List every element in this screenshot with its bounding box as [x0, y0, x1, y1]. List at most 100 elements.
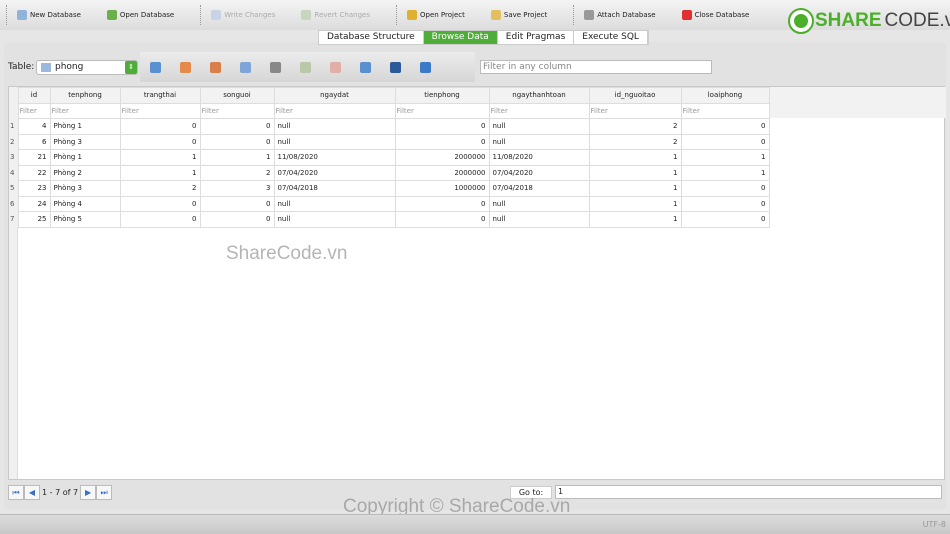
cell-id[interactable]: 4: [17, 118, 51, 135]
cell-tienphong[interactable]: 1000000: [394, 180, 490, 197]
row-number[interactable]: 5: [9, 180, 18, 196]
print-icon[interactable]: [270, 61, 281, 73]
cell-ngaythanhtoan[interactable]: 07/04/2020: [488, 164, 590, 181]
filter-input-loaiphong[interactable]: Filter: [680, 102, 770, 119]
cell-tenphong[interactable]: Phòng 1: [49, 118, 121, 135]
filter-input-tenphong[interactable]: Filter: [49, 102, 121, 119]
cell-tenphong[interactable]: Phòng 5: [49, 211, 121, 228]
cell-trangthai[interactable]: 1: [119, 164, 201, 181]
cell-loaiphong[interactable]: 0: [680, 133, 770, 150]
table-select[interactable]: phong ⇕: [36, 60, 138, 75]
cell-ngaydat[interactable]: 07/04/2020: [273, 164, 396, 181]
filter-input-ngaythanhtoan[interactable]: Filter: [488, 102, 590, 119]
insert-record-icon[interactable]: [300, 61, 311, 73]
tab-edit-pragmas[interactable]: Edit Pragmas: [498, 31, 575, 44]
cell-ngaythanhtoan[interactable]: null: [488, 118, 590, 135]
cell-ngaydat[interactable]: null: [273, 211, 396, 228]
column-header-ngaythanhtoan[interactable]: ngaythanhtoan: [488, 87, 590, 104]
cell-ngaythanhtoan[interactable]: null: [488, 195, 590, 212]
row-number[interactable]: 3: [9, 149, 18, 165]
new-database-button[interactable]: New Database: [17, 10, 81, 20]
table-row[interactable]: 1 4 Phòng 1 0 0 null 0 null 2 0: [9, 118, 770, 135]
tab-browse-data[interactable]: Browse Data: [423, 31, 498, 44]
cell-songuoi[interactable]: 0: [199, 211, 275, 228]
column-header-ngaydat[interactable]: ngaydat: [273, 87, 396, 104]
column-header-tenphong[interactable]: tenphong: [49, 87, 121, 104]
cell-id[interactable]: 6: [17, 133, 51, 150]
cell-songuoi[interactable]: 3: [199, 180, 275, 197]
delete-record-icon[interactable]: [330, 61, 341, 73]
cell-tenphong[interactable]: Phòng 2: [49, 164, 121, 181]
cell-tienphong[interactable]: 2000000: [394, 149, 490, 166]
filter-input-ngaydat[interactable]: Filter: [273, 102, 396, 119]
cell-tienphong[interactable]: 0: [394, 195, 490, 212]
tab-database-structure[interactable]: Database Structure: [319, 31, 424, 44]
cell-tenphong[interactable]: Phòng 3: [49, 133, 121, 150]
column-header-tienphong[interactable]: tienphong: [394, 87, 490, 104]
cell-ngaydat[interactable]: null: [273, 118, 396, 135]
cell-loaiphong[interactable]: 1: [680, 149, 770, 166]
clear-sorting-icon[interactable]: [210, 61, 221, 73]
cell-tienphong[interactable]: 0: [394, 133, 490, 150]
cell-id_nguoitao[interactable]: 2: [588, 133, 682, 150]
filter-input-trangthai[interactable]: Filter: [119, 102, 201, 119]
open-project-button[interactable]: Open Project: [407, 10, 465, 20]
filter-input-id[interactable]: Filter: [17, 102, 51, 119]
cell-songuoi[interactable]: 0: [199, 195, 275, 212]
prev-page-icon[interactable]: ◀: [24, 485, 40, 500]
table-row[interactable]: 5 23 Phòng 3 2 3 07/04/2018 1000000 07/04/2018 1…: [9, 180, 770, 197]
cell-songuoi[interactable]: 1: [199, 149, 275, 166]
row-number[interactable]: 7: [9, 211, 18, 227]
next-page-icon[interactable]: ▶: [80, 485, 97, 500]
cell-id_nguoitao[interactable]: 1: [588, 164, 682, 181]
cell-id[interactable]: 25: [17, 211, 51, 228]
cell-id[interactable]: 22: [17, 164, 51, 181]
write-changes-button[interactable]: Write Changes: [211, 10, 275, 20]
cell-trangthai[interactable]: 2: [119, 180, 201, 197]
table-row[interactable]: 2 6 Phòng 3 0 0 null 0 null 2 0: [9, 133, 770, 150]
find-replace-icon[interactable]: [390, 61, 401, 73]
cell-loaiphong[interactable]: 0: [680, 195, 770, 212]
cell-id_nguoitao[interactable]: 2: [588, 118, 682, 135]
cell-tenphong[interactable]: Phòng 3: [49, 180, 121, 197]
cell-id[interactable]: 21: [17, 149, 51, 166]
cell-id_nguoitao[interactable]: 1: [588, 211, 682, 228]
cell-id_nguoitao[interactable]: 1: [588, 149, 682, 166]
filter-input-tienphong[interactable]: Filter: [394, 102, 490, 119]
row-number[interactable]: 2: [9, 134, 18, 150]
cell-ngaythanhtoan[interactable]: null: [488, 211, 590, 228]
column-header-id_nguoitao[interactable]: id_nguoitao: [588, 87, 682, 104]
refresh-icon[interactable]: [150, 61, 161, 73]
filter-any-column-input[interactable]: Filter in any column: [480, 60, 712, 74]
close-database-button[interactable]: Close Database: [681, 10, 749, 20]
table-row[interactable]: 6 24 Phòng 4 0 0 null 0 null 1 0: [9, 195, 770, 212]
cell-loaiphong[interactable]: 0: [680, 118, 770, 135]
cell-ngaydat[interactable]: null: [273, 195, 396, 212]
find-icon[interactable]: [360, 61, 371, 73]
cell-ngaythanhtoan[interactable]: 11/08/2020: [488, 149, 590, 166]
cell-tienphong[interactable]: 0: [394, 118, 490, 135]
cell-loaiphong[interactable]: 1: [680, 164, 770, 181]
cell-songuoi[interactable]: 0: [199, 133, 275, 150]
text-format-icon[interactable]: [420, 61, 431, 73]
row-number[interactable]: 1: [9, 118, 18, 134]
cell-ngaythanhtoan[interactable]: 07/04/2018: [488, 180, 590, 197]
cell-loaiphong[interactable]: 0: [680, 211, 770, 228]
cell-id_nguoitao[interactable]: 1: [588, 195, 682, 212]
column-header-songuoi[interactable]: songuoi: [199, 87, 275, 104]
cell-id[interactable]: 24: [17, 195, 51, 212]
cell-ngaydat[interactable]: 11/08/2020: [273, 149, 396, 166]
revert-changes-button[interactable]: Revert Changes: [301, 10, 370, 20]
cell-songuoi[interactable]: 2: [199, 164, 275, 181]
table-row[interactable]: 3 21 Phòng 1 1 1 11/08/2020 2000000 11/08/2020 1…: [9, 149, 770, 166]
cell-ngaydat[interactable]: 07/04/2018: [273, 180, 396, 197]
cell-tienphong[interactable]: 0: [394, 211, 490, 228]
first-page-icon[interactable]: ⏮: [8, 485, 24, 500]
attach-database-button[interactable]: Attach Database: [584, 10, 656, 20]
cell-tenphong[interactable]: Phòng 4: [49, 195, 121, 212]
column-header-id[interactable]: id: [17, 87, 51, 104]
row-number[interactable]: 4: [9, 165, 18, 181]
save-project-button[interactable]: Save Project: [490, 10, 547, 20]
cell-tenphong[interactable]: Phòng 1: [49, 149, 121, 166]
cell-songuoi[interactable]: 0: [199, 118, 275, 135]
